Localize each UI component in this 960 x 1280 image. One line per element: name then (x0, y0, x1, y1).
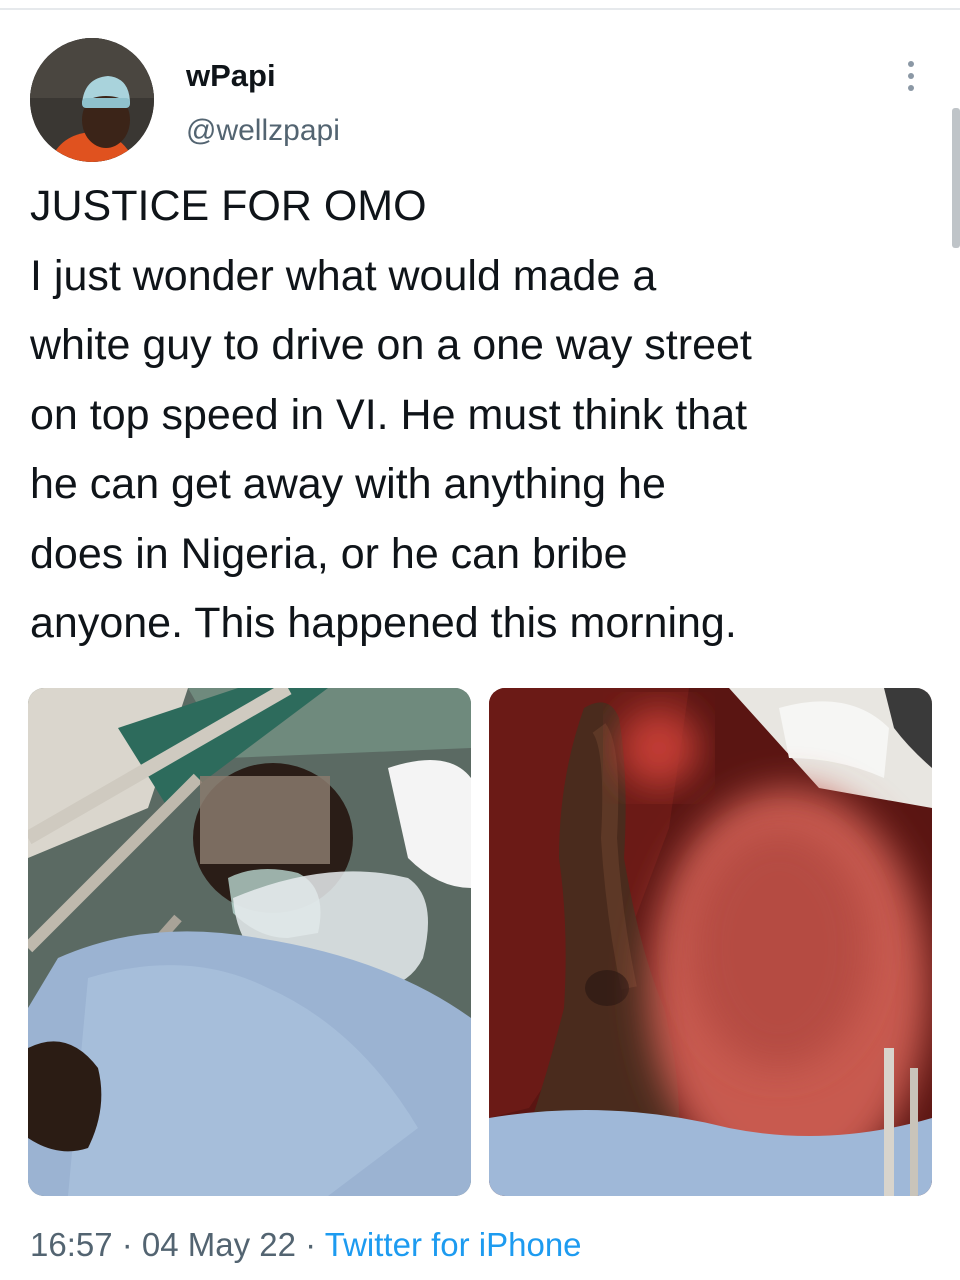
more-vertical-icon (908, 85, 914, 91)
author-display-name[interactable]: wPapi (186, 58, 276, 94)
avatar[interactable] (30, 38, 154, 162)
photo-hospital-bed-image (28, 688, 471, 1196)
tweet-header: wPapi @wellzpapi (30, 38, 930, 163)
tweet-date[interactable]: 04 May 22 (142, 1226, 296, 1263)
more-options-button[interactable] (896, 56, 926, 96)
tweet-meta: 16:57 · 04 May 22 · Twitter for iPhone (30, 1226, 582, 1264)
meta-separator: · (112, 1226, 142, 1263)
top-divider (0, 8, 960, 10)
tweet-text-line: does in Nigeria, or he can bribe (30, 529, 628, 578)
avatar-image (30, 38, 154, 162)
tweet-photo-1[interactable] (28, 688, 471, 1196)
tweet-text-line: I just wonder what would made a (30, 251, 657, 300)
tweet-text-line: he can get away with anything he (30, 460, 666, 508)
more-vertical-icon (908, 61, 914, 67)
tweet-time[interactable]: 16:57 (30, 1226, 113, 1263)
author-handle[interactable]: @wellzpapi (186, 114, 340, 148)
tweet-text: JUSTICE FOR OMO I just wonder what would… (30, 172, 940, 659)
tweet-text-line: JUSTICE FOR OMO (30, 182, 427, 230)
tweet-text-line: white guy to drive on a one way street (30, 321, 752, 369)
scrollbar[interactable] (952, 108, 960, 248)
tweet-detail-screen: wPapi @wellzpapi JUSTICE FOR OMO I just … (0, 0, 960, 1280)
more-vertical-icon (908, 73, 914, 79)
photo-injured-leg-image (489, 688, 932, 1196)
tweet-photo-2[interactable] (489, 688, 932, 1196)
tweet-text-line: anyone. This happened this morning. (30, 599, 737, 647)
tweet-source-link[interactable]: Twitter for iPhone (325, 1226, 582, 1263)
tweet-text-line: on top speed in VI. He must think that (30, 390, 748, 439)
meta-separator: · (296, 1226, 325, 1263)
